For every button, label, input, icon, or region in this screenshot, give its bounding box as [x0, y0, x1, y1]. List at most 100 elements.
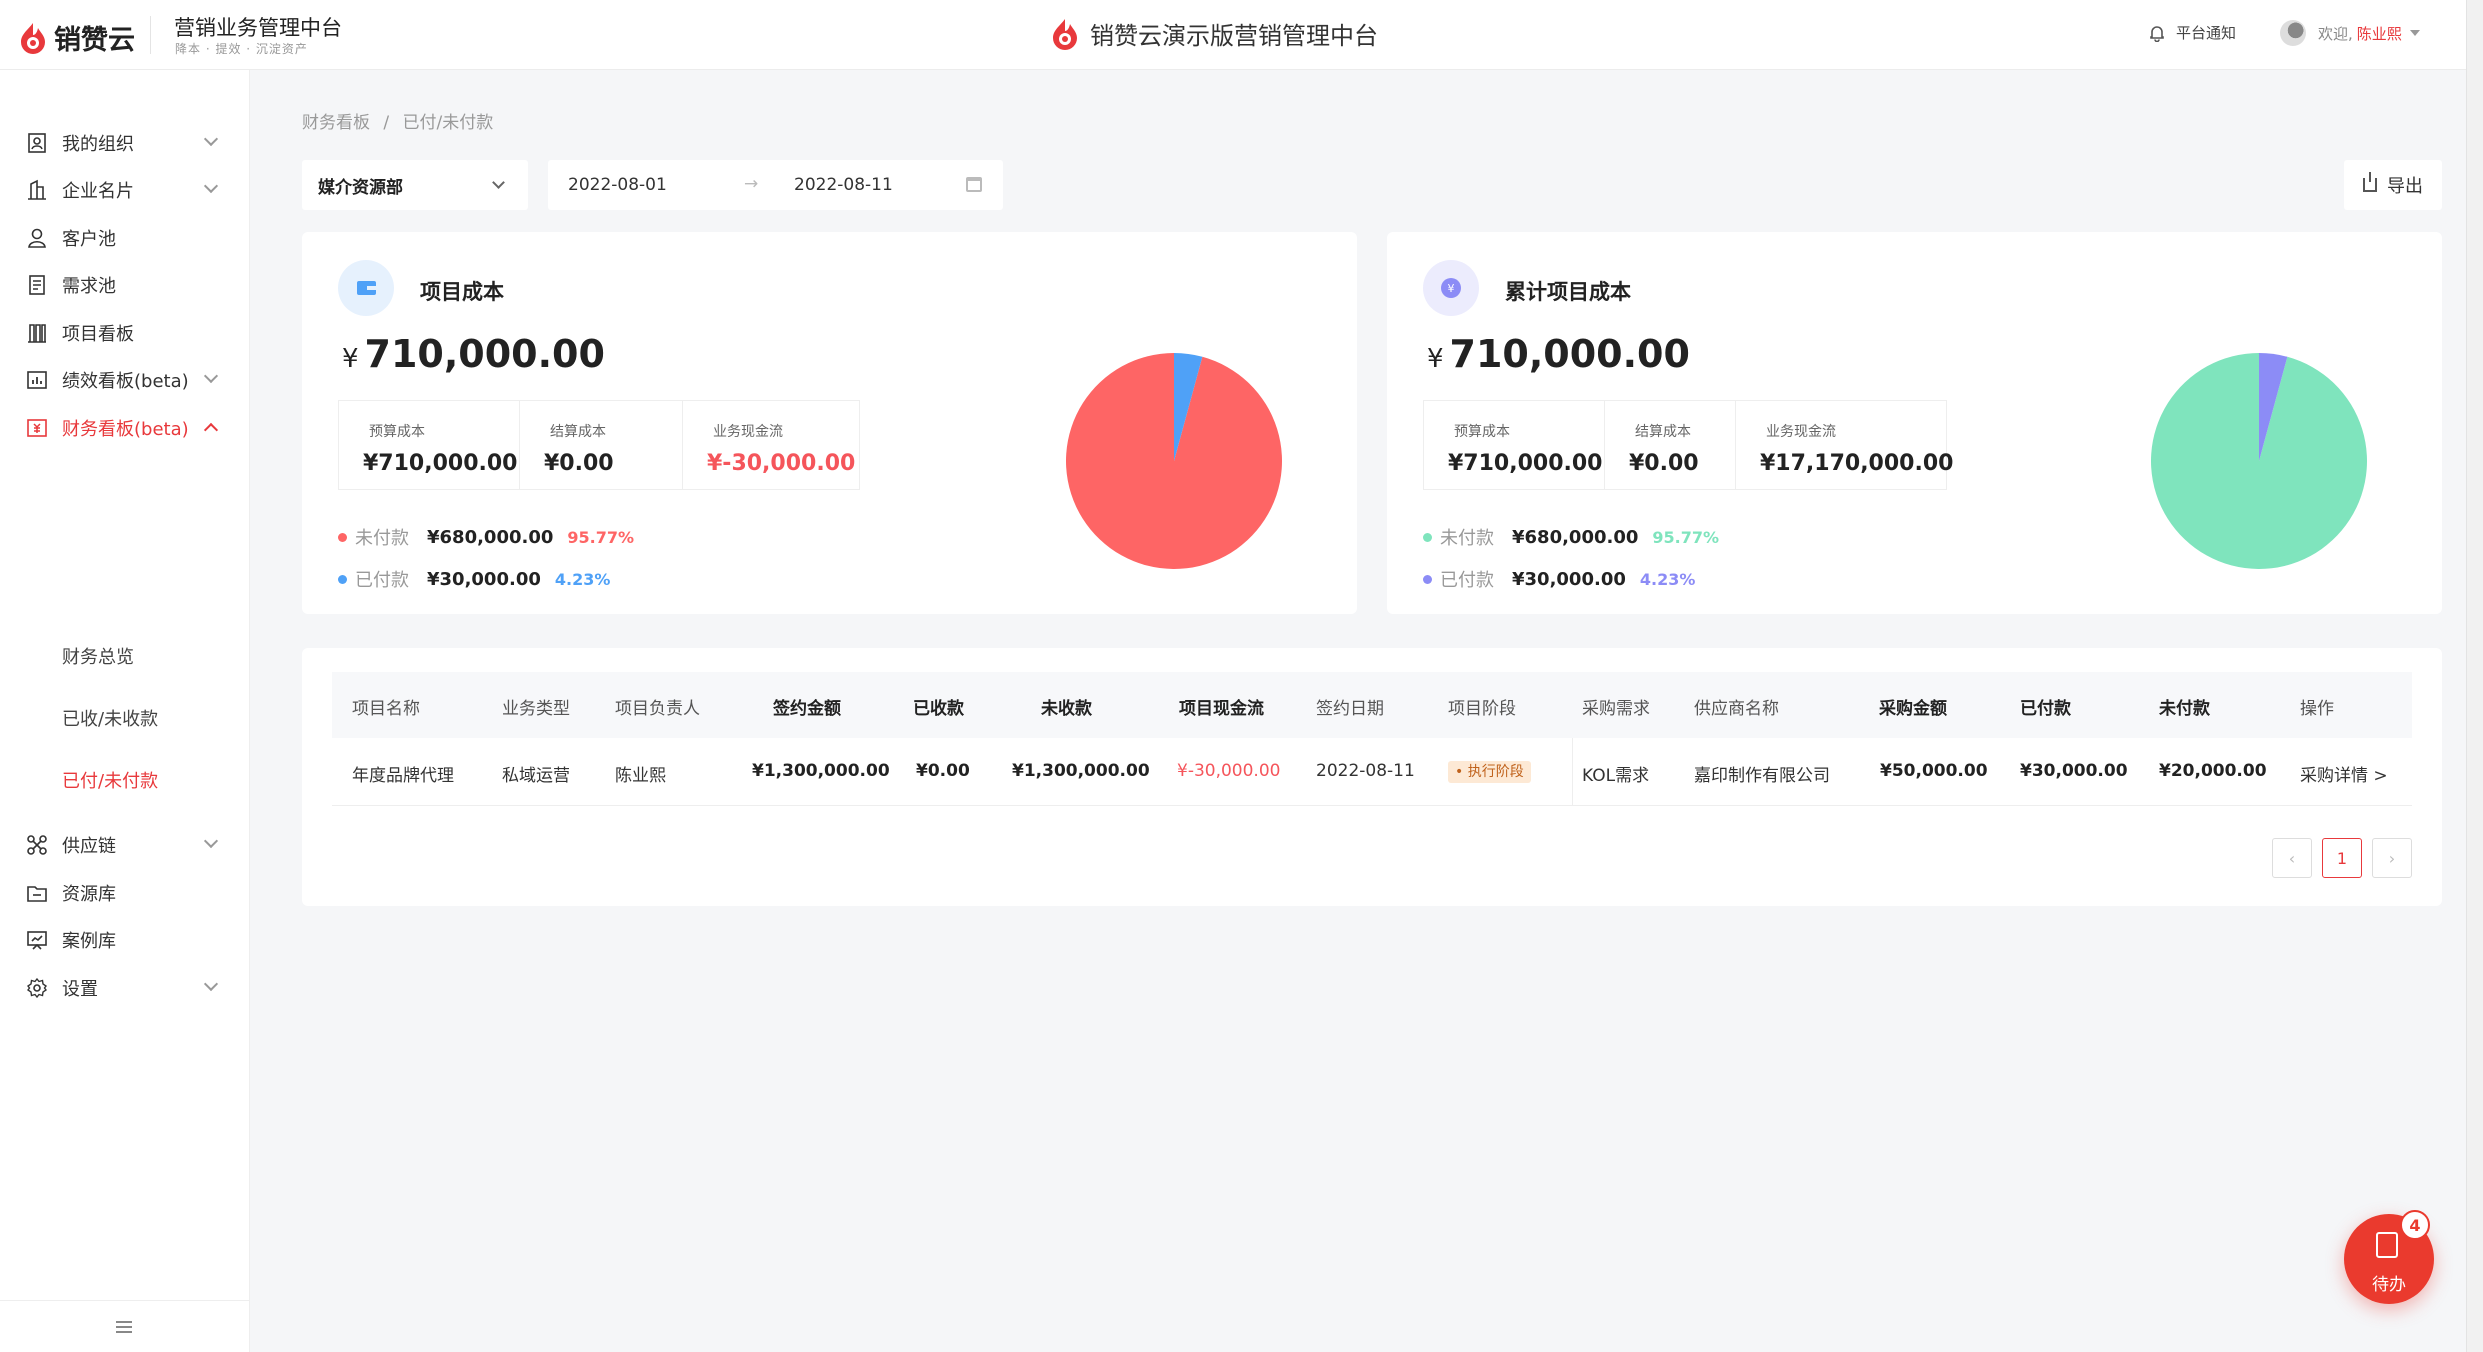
- prev-page-button[interactable]: ‹: [2272, 838, 2312, 878]
- sidebar-item-customers[interactable]: 客户池: [0, 215, 250, 261]
- cumulative-cost-card: ¥ 累计项目成本 ¥710,000.00 预算成本 ¥710,000.00 结算成…: [1387, 232, 2442, 614]
- page-number-button[interactable]: 1: [2322, 838, 2362, 878]
- total-value: 710,000.00: [364, 332, 605, 376]
- center-title: 销赞云演示版营销管理中台: [1050, 16, 1378, 51]
- col-header: 项目阶段: [1448, 699, 1516, 719]
- stat-value: ¥0.00: [1629, 451, 1699, 476]
- header-divider: [150, 16, 151, 54]
- export-label: 导出: [2387, 176, 2423, 197]
- stat-label: 业务现金流: [1766, 424, 1836, 440]
- col-header: 已收款: [913, 699, 964, 719]
- top-header: 销赞云 营销业务管理中台 降本 · 提效 · 沉淀资产 销赞云演示版营销管理中台…: [0, 0, 2483, 70]
- sidebar-item-label: 绩效看板(beta): [62, 371, 189, 392]
- department-value: 媒介资源部: [318, 177, 403, 198]
- sidebar-item-finance[interactable]: 财务看板(beta): [0, 405, 250, 451]
- cell-purchase-need: KOL需求: [1582, 766, 1650, 786]
- brand-logo[interactable]: 销赞云: [18, 18, 135, 57]
- avatar: [2280, 20, 2306, 46]
- yen-coin-icon: ¥: [1423, 260, 1479, 316]
- cell-unreceived: ¥1,300,000.00: [1012, 761, 1150, 781]
- col-header: 采购需求: [1582, 699, 1650, 719]
- department-select[interactable]: 媒介资源部: [302, 160, 528, 210]
- payables-table-card: 项目名称 业务类型 项目负责人 签约金额 已收款 未收款 项目现金流 签约日期 …: [302, 648, 2442, 906]
- legend-percent: 4.23%: [1639, 569, 1696, 589]
- finance-icon: [27, 419, 47, 437]
- org-icon: [28, 133, 46, 153]
- table-header: 项目名称 业务类型 项目负责人 签约金额 已收款 未收款 项目现金流 签约日期 …: [332, 672, 2412, 738]
- sidebar-item-settings[interactable]: 设置: [0, 965, 250, 1011]
- sidebar-item-resources[interactable]: 资源库: [0, 870, 250, 916]
- user-menu[interactable]: 欢迎, 陈业熙: [2280, 20, 2420, 46]
- date-range-picker[interactable]: 2022-08-01 → 2022-08-11: [548, 160, 1003, 210]
- supply-icon: [27, 835, 47, 855]
- page-scrollbar[interactable]: [2466, 0, 2483, 1352]
- stat-budget-cost: 预算成本 ¥710,000.00: [1424, 401, 1605, 489]
- col-header: 未付款: [2159, 699, 2210, 719]
- center-title-text: 销赞云演示版营销管理中台: [1090, 22, 1378, 50]
- col-header: 项目名称: [352, 699, 420, 719]
- sidebar-subitem-payables[interactable]: 已付/未付款: [62, 767, 158, 793]
- stat-cashflow: 业务现金流 ¥17,170,000.00: [1736, 401, 1953, 489]
- chevron-right-icon: ›: [2388, 848, 2396, 868]
- export-button[interactable]: 导出: [2344, 160, 2442, 210]
- legend-paid: 已付款 ¥30,000.00 4.23%: [338, 566, 610, 592]
- stage-badge: • 执行阶段: [1448, 761, 1531, 783]
- stat-value: ¥0.00: [544, 451, 614, 476]
- col-header: 已付款: [2020, 699, 2071, 719]
- col-header: 签约日期: [1316, 699, 1384, 719]
- sidebar-item-org[interactable]: 我的组织: [0, 120, 250, 166]
- pie-chart-cumulative-cost: [2151, 353, 2367, 569]
- welcome-text: 欢迎,: [2318, 24, 2353, 43]
- todo-floating-button[interactable]: 待办 4: [2344, 1210, 2434, 1304]
- sidebar-subitem-receivables[interactable]: 已收/未收款: [62, 705, 158, 731]
- sidebar-collapse-button[interactable]: [0, 1300, 250, 1352]
- chevron-down-icon: [203, 976, 219, 992]
- stat-settled-cost: 结算成本 ¥0.00: [520, 401, 683, 489]
- stat-cashflow: 业务现金流 ¥-30,000.00: [683, 401, 859, 489]
- notification-button[interactable]: 平台通知: [2148, 22, 2236, 43]
- legend-label: 未付款: [1440, 528, 1494, 549]
- date-end[interactable]: 2022-08-11: [794, 175, 893, 195]
- cell-contract-amount: ¥1,300,000.00: [752, 761, 890, 781]
- sidebar-item-label: 项目看板: [62, 324, 134, 345]
- logo-flame-icon: [21, 22, 45, 54]
- project-cost-card: 项目成本 ¥710,000.00 预算成本 ¥710,000.00 结算成本 ¥0.…: [302, 232, 1357, 614]
- stat-label: 业务现金流: [713, 424, 783, 440]
- date-start[interactable]: 2022-08-01: [568, 175, 667, 195]
- building-icon: [28, 179, 46, 200]
- stat-label: 结算成本: [1635, 424, 1691, 440]
- legend-label: 未付款: [355, 528, 409, 549]
- col-header: 未收款: [1041, 699, 1092, 719]
- sidebar-item-demands[interactable]: 需求池: [0, 262, 250, 308]
- chevron-down-icon: [203, 833, 219, 849]
- sidebar-item-supply-chain[interactable]: 供应链: [0, 822, 250, 868]
- chevron-left-icon: ‹: [2288, 848, 2296, 868]
- stat-budget-cost: 预算成本 ¥710,000.00: [339, 401, 520, 489]
- legend-amount: ¥30,000.00: [1512, 568, 1626, 590]
- sidebar-item-project-board[interactable]: 项目看板: [0, 310, 250, 356]
- total-value: 710,000.00: [1449, 332, 1690, 376]
- legend-amount: ¥680,000.00: [427, 526, 554, 548]
- sidebar-item-label: 财务看板(beta): [62, 419, 189, 440]
- legend-dot: [1423, 574, 1432, 584]
- sidebar-item-performance[interactable]: 绩效看板(beta): [0, 357, 250, 403]
- bell-icon: [2150, 25, 2164, 42]
- col-header: 项目现金流: [1179, 699, 1264, 719]
- legend-percent: 4.23%: [554, 569, 611, 589]
- col-header: 签约金额: [773, 699, 841, 719]
- total-amount: ¥710,000.00: [342, 332, 605, 376]
- center-logo-icon: [1053, 18, 1077, 50]
- sidebar-item-label: 客户池: [62, 229, 116, 250]
- cell-cashflow: ¥-30,000.00: [1177, 761, 1281, 781]
- sidebar-item-company-card[interactable]: 企业名片: [0, 167, 250, 213]
- purchase-detail-link[interactable]: 采购详情 >: [2300, 761, 2388, 786]
- sidebar-item-cases[interactable]: 案例库: [0, 917, 250, 963]
- platform-title: 营销业务管理中台: [174, 16, 342, 40]
- next-page-button[interactable]: ›: [2372, 838, 2412, 878]
- chevron-up-icon: [203, 422, 219, 438]
- sidebar-subitem-finance-overview[interactable]: 财务总览: [62, 643, 134, 669]
- board-icon: [28, 324, 46, 343]
- logo-text: 销赞云: [54, 25, 135, 56]
- arrow-right-icon: →: [744, 174, 759, 194]
- breadcrumb-root[interactable]: 财务看板: [302, 113, 370, 133]
